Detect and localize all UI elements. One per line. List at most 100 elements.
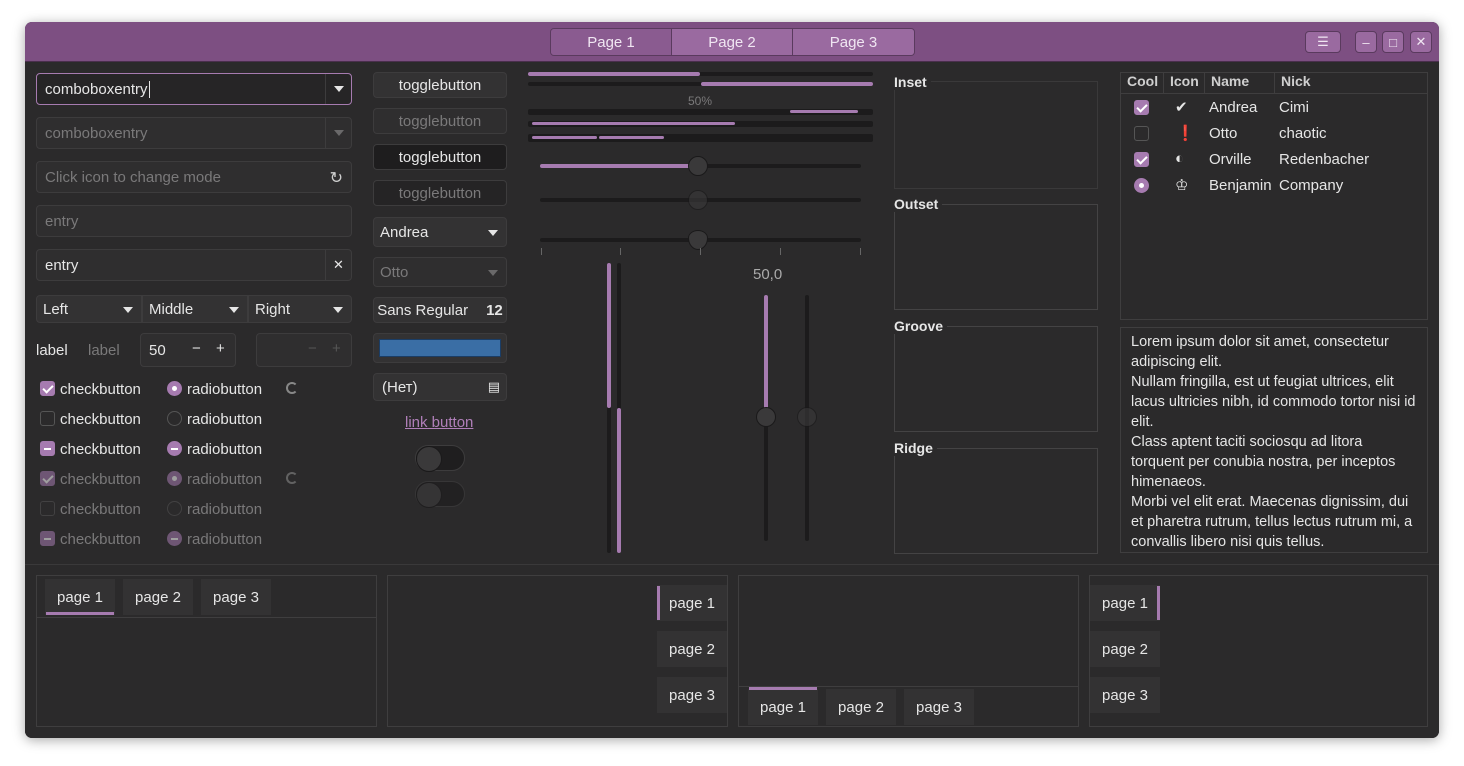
togglebutton-active-disabled: togglebutton — [373, 180, 507, 206]
scale-1-knob[interactable] — [688, 156, 708, 176]
checkbox-unchecked[interactable] — [40, 411, 55, 426]
checkbutton-label: checkbutton — [60, 441, 141, 458]
color-swatch — [379, 339, 501, 357]
font-button[interactable]: Sans Regular 12 — [373, 297, 507, 323]
combo-left[interactable]: Left — [36, 295, 142, 323]
tab-active-indicator — [749, 687, 817, 690]
checkbutton-label: checkbutton — [60, 471, 141, 488]
tree-cool-radio[interactable] — [1134, 178, 1149, 193]
radio-selected[interactable] — [167, 381, 182, 396]
column-header-nick[interactable]: Nick — [1275, 73, 1311, 93]
titlebar: Page 1 Page 2 Page 3 ☰ – □ ✕ — [25, 22, 1439, 62]
tab-page-2[interactable]: page 2 — [1090, 631, 1160, 667]
refresh-icon[interactable]: ↻ — [330, 168, 343, 188]
chevron-down-icon — [333, 307, 343, 313]
tab-label: page 3 — [213, 588, 259, 606]
combo-middle[interactable]: Middle — [142, 295, 248, 323]
combo-otto-label: Otto — [380, 263, 409, 281]
tab-page-3[interactable]: page 3 — [657, 677, 727, 713]
column-header-name[interactable]: Name — [1205, 73, 1275, 93]
tab-page-2[interactable]: page 2 — [657, 631, 727, 667]
minimize-button[interactable]: – — [1355, 31, 1377, 53]
spin-value: 50 — [149, 341, 166, 359]
tree-nick: chaotic — [1279, 125, 1327, 142]
tab-page-1[interactable]: page 1 — [657, 585, 727, 621]
frame-inset-title: Inset — [894, 74, 931, 90]
stack-page-2[interactable]: Page 2 — [672, 29, 793, 55]
spin-button-disabled: − + — [256, 333, 352, 367]
minus-icon[interactable]: − — [192, 340, 201, 357]
plus-icon: + — [332, 340, 341, 357]
close-button[interactable]: ✕ — [1410, 31, 1432, 53]
progress-label: 50% — [688, 94, 713, 108]
tree-view[interactable]: Cool Icon Name Nick ✔ Andrea Cimi ❗ Otto… — [1120, 72, 1428, 320]
spin-button[interactable]: 50 − + — [140, 333, 236, 367]
frame-groove — [894, 326, 1098, 432]
clear-button[interactable]: ✕ — [325, 250, 351, 280]
entry-field[interactable]: entry — [36, 205, 352, 237]
file-chooser-button[interactable]: (Нет) ▤ — [373, 373, 507, 401]
text-paragraph: Class aptent taciti sociosqu ad litora t… — [1131, 434, 1396, 490]
tab-page-1[interactable]: page 1 — [45, 579, 115, 615]
combo-dropdown-button[interactable] — [325, 74, 351, 104]
frame-ridge-title: Ridge — [894, 440, 937, 456]
checkbox-checked[interactable] — [40, 381, 55, 396]
column-header-icon[interactable]: Icon — [1164, 73, 1205, 93]
chevron-down-icon — [123, 307, 133, 313]
entry-field-clearable[interactable]: entry ✕ — [36, 249, 352, 281]
menu-button[interactable]: ☰ — [1305, 31, 1341, 53]
level-fill-1 — [532, 136, 597, 139]
togglebutton[interactable]: togglebutton — [373, 72, 507, 98]
combo-andrea[interactable]: Andrea — [373, 217, 507, 247]
tab-page-1[interactable]: page 1 — [748, 689, 818, 725]
combobox-entry[interactable]: comboboxentry — [36, 73, 352, 105]
frame-inset — [894, 81, 1098, 189]
scale-tick — [541, 248, 542, 255]
tree-cool-checkbox[interactable] — [1134, 100, 1149, 115]
combo-left-label: Left — [43, 300, 69, 318]
column-header-cool[interactable]: Cool — [1121, 73, 1164, 93]
chevron-down-icon — [488, 230, 498, 236]
tree-cool-checkbox[interactable] — [1134, 126, 1149, 141]
radio-mixed[interactable] — [167, 441, 182, 456]
radiobutton-label: radiobutton — [187, 411, 263, 428]
checkbox-mixed[interactable] — [40, 441, 55, 456]
tab-label: page 2 — [838, 698, 884, 716]
mode-entry[interactable]: Click icon to change mode ↻ — [36, 161, 352, 193]
tab-label: page 3 — [1102, 686, 1148, 704]
tab-page-3[interactable]: page 3 — [201, 579, 271, 615]
tab-page-2[interactable]: page 2 — [123, 579, 193, 615]
text-view[interactable]: Lorem ipsum dolor sit amet, consectetur … — [1120, 327, 1428, 553]
radiobutton-label: radiobutton — [187, 441, 263, 458]
stack-page-1[interactable]: Page 1 — [551, 29, 672, 55]
clear-icon: ✕ — [333, 257, 344, 272]
checkbox-checked-disabled — [40, 471, 55, 486]
minus-icon: − — [308, 340, 317, 357]
tab-page-1[interactable]: page 1 — [1090, 585, 1160, 621]
tree-name: Benjamin — [1209, 177, 1272, 194]
combo-andrea-label: Andrea — [380, 223, 429, 241]
color-button[interactable] — [373, 333, 507, 363]
stack-page-3[interactable]: Page 3 — [793, 29, 914, 55]
combobox-entry-disabled-text: comboboxentry — [45, 124, 148, 142]
tab-page-3[interactable]: page 3 — [1090, 677, 1160, 713]
combo-right[interactable]: Right — [248, 295, 352, 323]
radiobutton-label: radiobutton — [187, 501, 263, 518]
togglebutton-label: togglebutton — [398, 148, 482, 166]
minimize-icon: – — [1362, 34, 1370, 50]
checkbutton-label: checkbutton — [60, 501, 141, 518]
check-circle-icon: ✔ — [1175, 99, 1188, 116]
radio-unselected[interactable] — [167, 411, 182, 426]
switch-off[interactable] — [415, 445, 465, 472]
togglebutton-active[interactable]: togglebutton — [373, 144, 507, 170]
vscale-1-knob[interactable] — [756, 407, 776, 427]
tab-page-2[interactable]: page 2 — [826, 689, 896, 725]
scale-3-knob[interactable] — [688, 230, 708, 250]
plus-icon[interactable]: + — [216, 340, 225, 357]
link-button[interactable]: link button — [405, 414, 473, 431]
tab-page-3[interactable]: page 3 — [904, 689, 974, 725]
togglebutton-label: togglebutton — [398, 112, 482, 130]
maximize-button[interactable]: □ — [1382, 31, 1404, 53]
scale-tick — [780, 248, 781, 255]
tree-cool-checkbox[interactable] — [1134, 152, 1149, 167]
